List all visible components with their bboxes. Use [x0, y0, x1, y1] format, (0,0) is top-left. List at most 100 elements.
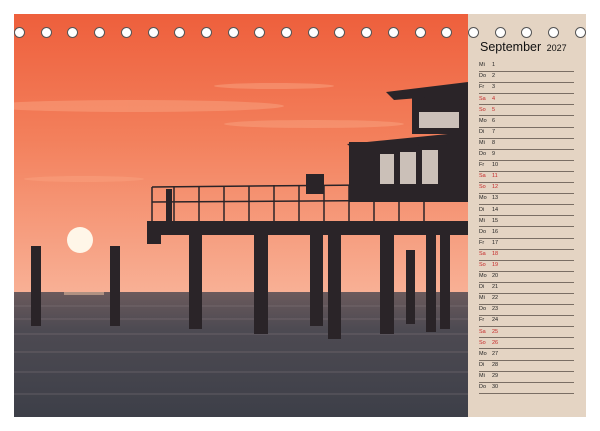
day-row: Di 28 [479, 361, 574, 372]
day-row: Sa 18 [479, 250, 574, 261]
day-number: 26 [492, 339, 499, 346]
day-number: 27 [492, 350, 499, 357]
spiral-binding [14, 24, 586, 40]
weekday-label: Mi [479, 139, 485, 146]
day-row: Sa 4 [479, 94, 574, 106]
day-number: 22 [492, 295, 499, 302]
weekday-label: Mo [479, 273, 487, 280]
day-number: 13 [492, 195, 499, 202]
weekday-label: Do [479, 73, 487, 80]
day-number: 17 [492, 239, 499, 246]
day-row: Do 2 [479, 72, 574, 84]
weekday-label: Mi [479, 372, 485, 379]
binding-ring [254, 26, 266, 38]
day-row: Di 14 [479, 205, 574, 217]
binding-ring [414, 26, 426, 38]
day-row: Di 21 [479, 283, 574, 294]
binding-ring [574, 26, 586, 38]
pier-sunset-illustration [14, 14, 468, 417]
day-row: Do 30 [479, 383, 574, 394]
weekday-label: Sa [479, 95, 486, 102]
month-heading: September 2027 [480, 40, 567, 54]
day-row: Fr 10 [479, 161, 574, 172]
day-number: 14 [492, 206, 499, 213]
binding-ring [361, 26, 373, 38]
binding-ring [67, 26, 79, 38]
day-number: 6 [492, 117, 496, 124]
weekday-label: Mi [479, 62, 485, 69]
weekday-label: Di [479, 128, 485, 135]
day-row: Do 16 [479, 227, 574, 239]
day-row: Mo 13 [479, 194, 574, 206]
month-name: September [480, 40, 542, 54]
binding-ring [281, 26, 293, 38]
day-number: 4 [492, 95, 496, 102]
binding-ring [548, 26, 560, 38]
day-number: 30 [492, 384, 499, 391]
day-number: 23 [492, 306, 499, 313]
binding-ring [120, 26, 132, 38]
day-number: 12 [492, 184, 499, 191]
weekday-label: Di [479, 284, 485, 291]
binding-ring [521, 26, 533, 38]
day-number: 15 [492, 217, 499, 224]
weekday-label: Mi [479, 217, 485, 224]
weekday-label: Do [479, 228, 487, 235]
day-row: So 26 [479, 338, 574, 350]
binding-ring [467, 26, 479, 38]
day-row: Mi 1 [479, 61, 574, 73]
day-row: Mo 20 [479, 272, 574, 283]
binding-ring [200, 26, 212, 38]
day-row: Sa 11 [479, 172, 574, 184]
weekday-label: Mo [479, 117, 487, 124]
binding-ring [14, 26, 25, 38]
weekday-label: Fr [479, 162, 485, 169]
day-number: 7 [492, 128, 496, 135]
day-row: So 5 [479, 105, 574, 117]
day-number: 21 [492, 284, 499, 291]
weekday-label: Mi [479, 295, 485, 302]
day-number: 16 [492, 228, 499, 235]
weekday-label: Di [479, 206, 485, 213]
weekday-label: Sa [479, 173, 486, 180]
binding-ring [441, 26, 453, 38]
day-number: 2 [492, 73, 496, 80]
sun-reflection [64, 292, 104, 295]
weekday-label: Do [479, 306, 487, 313]
day-row: Fr 17 [479, 239, 574, 250]
weekday-label: So [479, 184, 486, 191]
sea [14, 292, 468, 417]
day-row: Mi 8 [479, 139, 574, 150]
day-number: 9 [492, 151, 496, 158]
day-row: Fr 3 [479, 83, 574, 95]
day-number: 19 [492, 261, 499, 268]
binding-ring [307, 26, 319, 38]
weekday-label: Fr [479, 317, 485, 324]
binding-ring [227, 26, 239, 38]
day-row: Do 9 [479, 150, 574, 161]
day-row: Mo 27 [479, 349, 574, 361]
weekday-label: So [479, 106, 486, 113]
day-row: So 12 [479, 183, 574, 195]
day-number: 29 [492, 372, 499, 379]
weekday-label: Fr [479, 84, 485, 91]
weekday-label: Mo [479, 195, 487, 202]
day-number: 24 [492, 317, 499, 324]
weekday-label: Sa [479, 250, 486, 257]
binding-ring [387, 26, 399, 38]
binding-ring [334, 26, 346, 38]
binding-ring [40, 26, 52, 38]
day-row: Di 7 [479, 128, 574, 139]
weekday-label: Mo [479, 350, 487, 357]
weekday-label: Di [479, 361, 485, 368]
weekday-label: Do [479, 384, 487, 391]
day-number: 18 [492, 250, 499, 257]
day-row: Fr 24 [479, 316, 574, 328]
day-number: 3 [492, 84, 496, 91]
day-row: Do 23 [479, 305, 574, 317]
day-row: Mo 6 [479, 116, 574, 128]
binding-ring [494, 26, 506, 38]
calendar-page: September 2027 Mi 1 Do 2 Fr 3 Sa 4 So 5 Mo 6 Di 7 Mi 8 D… [0, 0, 600, 431]
binding-ring [174, 26, 186, 38]
weekday-label: So [479, 339, 486, 346]
